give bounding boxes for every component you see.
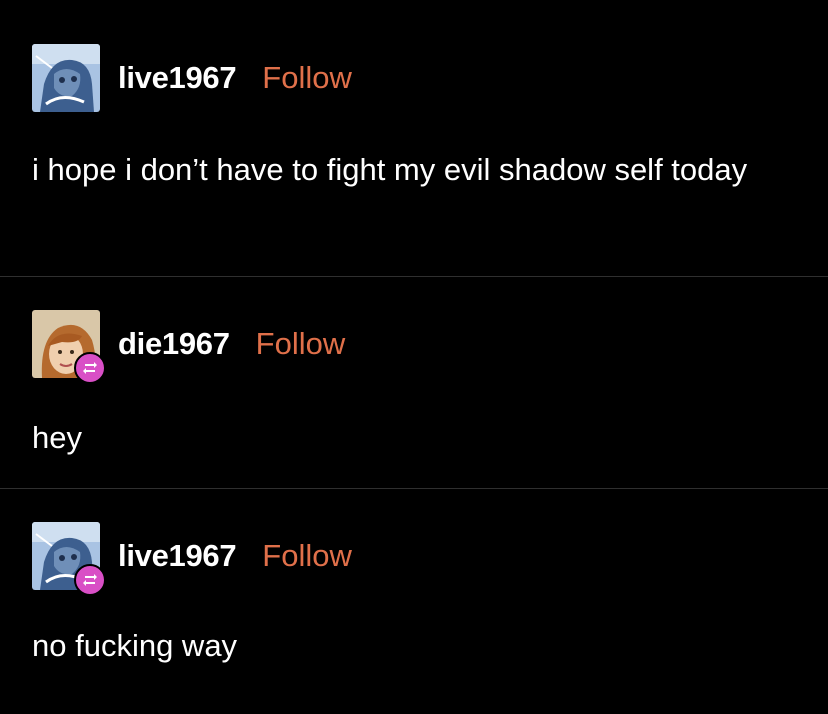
- follow-button[interactable]: Follow: [262, 60, 352, 96]
- post-3: live1967 Follow no fucking way: [0, 489, 828, 714]
- post-1: live1967 Follow i hope i don’t have to f…: [0, 0, 828, 276]
- post-header: die1967 Follow: [32, 310, 346, 384]
- post-header: live1967 Follow: [32, 44, 352, 112]
- reblog-icon: [74, 352, 106, 384]
- post-text: hey: [32, 420, 82, 455]
- reblog-icon: [74, 564, 106, 596]
- post-text: i hope i don’t have to fight my evil sha…: [32, 152, 748, 187]
- follow-button[interactable]: Follow: [256, 326, 346, 362]
- avatar[interactable]: [32, 44, 100, 112]
- blue-sketch-avatar-icon: [32, 44, 100, 112]
- post-2: die1967 Follow hey: [0, 277, 828, 488]
- post-header: live1967 Follow: [32, 522, 352, 596]
- post-text: no fucking way: [32, 628, 238, 663]
- avatar[interactable]: [32, 310, 106, 384]
- username[interactable]: die1967: [118, 326, 230, 362]
- follow-button[interactable]: Follow: [262, 538, 352, 574]
- username[interactable]: live1967: [118, 60, 237, 96]
- avatar[interactable]: [32, 522, 106, 596]
- username[interactable]: live1967: [118, 538, 237, 574]
